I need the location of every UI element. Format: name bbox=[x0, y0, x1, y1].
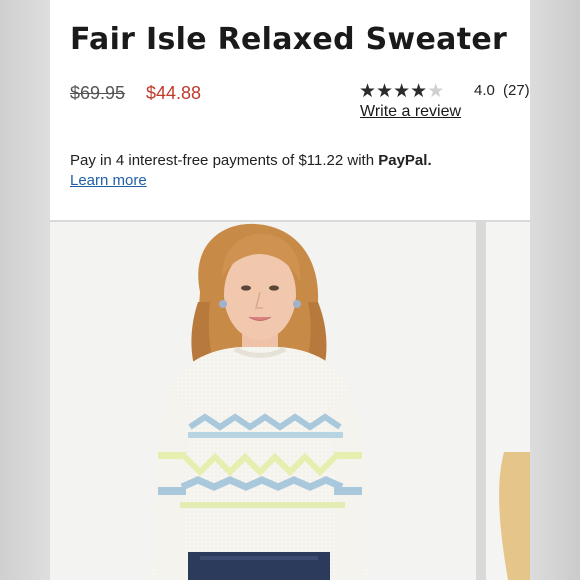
paypal-installments: Pay in 4 interest-free payments of $11.2… bbox=[70, 152, 432, 169]
star-filled-icon: ★ bbox=[410, 81, 428, 102]
model-photo-illustration bbox=[50, 222, 476, 580]
next-photo-illustration bbox=[486, 222, 530, 580]
star-filled-icon: ★ bbox=[359, 81, 377, 102]
page-margin-left bbox=[0, 0, 50, 580]
star-empty-icon: ★ bbox=[427, 81, 445, 102]
star-filled-icon: ★ bbox=[376, 81, 394, 102]
original-price: $69.95 bbox=[70, 83, 126, 103]
paypal-brand: PayPal. bbox=[378, 152, 432, 169]
sale-price: $44.88 bbox=[146, 83, 202, 103]
rating-stars: ★★★★★ bbox=[359, 80, 444, 103]
page-margin-right bbox=[530, 0, 580, 580]
product-info-panel: Fair Isle Relaxed Sweater $69.95 $44.88 … bbox=[50, 0, 530, 220]
star-filled-icon: ★ bbox=[393, 81, 411, 102]
learn-more-link[interactable]: Learn more bbox=[70, 172, 147, 189]
product-image[interactable] bbox=[50, 222, 476, 580]
product-title: Fair Isle Relaxed Sweater bbox=[70, 22, 508, 57]
installment-text: Pay in 4 interest-free payments of $11.2… bbox=[70, 152, 375, 169]
next-product-image[interactable] bbox=[486, 222, 530, 580]
write-review-link[interactable]: Write a review bbox=[360, 103, 461, 121]
rating-value: 4.0 bbox=[474, 82, 495, 99]
review-count[interactable]: (27) bbox=[503, 82, 530, 99]
